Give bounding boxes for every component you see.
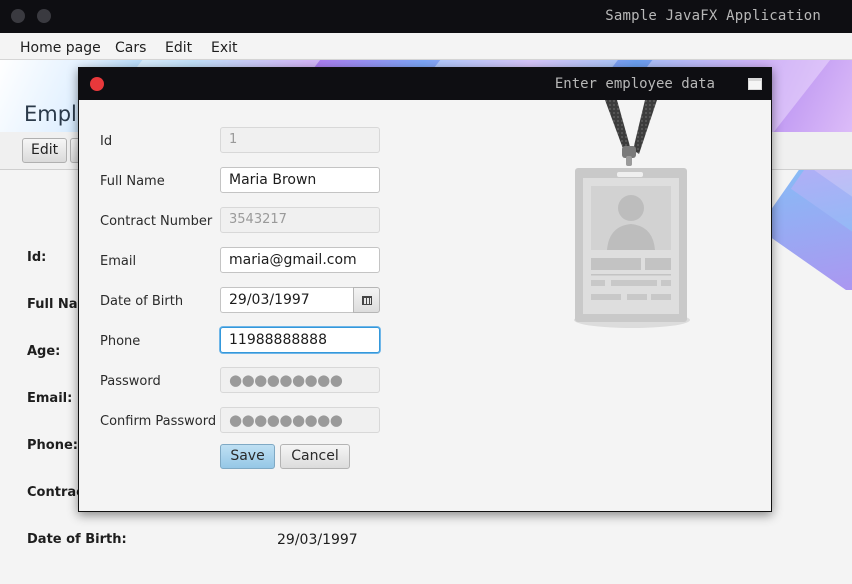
id-field: 1 [220, 127, 380, 153]
email-label: Email [100, 254, 137, 269]
window-minimize-icon[interactable] [37, 9, 51, 23]
confirm-password-label: Confirm Password [100, 414, 217, 429]
contract-number-field: 3543217 [220, 207, 380, 233]
menu-home-page[interactable]: Home page [20, 40, 101, 56]
detail-label-date-of-birth: Date of Birth: [27, 532, 127, 547]
maximize-icon[interactable] [748, 78, 762, 90]
full-name-field[interactable]: Maria Brown [220, 167, 380, 193]
id-badge-icon [574, 100, 690, 328]
edit-button[interactable]: Edit [22, 138, 68, 163]
detail-label-email: Email: [27, 391, 73, 406]
confirm-password-field[interactable]: ●●●●●●●●● [220, 407, 380, 433]
detail-label-full-name: Full Nar [27, 297, 84, 312]
dialog-titlebar: Enter employee data [79, 68, 771, 100]
date-of-birth-field[interactable]: 29/03/1997 [220, 287, 354, 313]
save-button[interactable]: Save [220, 444, 275, 469]
date-of-birth-label: Date of Birth [100, 294, 184, 309]
detail-label-id: Id: [27, 250, 47, 265]
menu-exit[interactable]: Exit [211, 40, 238, 56]
dialog-title: Enter employee data [554, 76, 715, 92]
main-titlebar: Sample JavaFX Application [0, 0, 852, 33]
id-label: Id [100, 134, 113, 149]
phone-field[interactable]: 11988888888 [220, 327, 380, 353]
full-name-label: Full Name [100, 174, 165, 189]
cancel-button[interactable]: Cancel [280, 444, 350, 469]
password-field[interactable]: ●●●●●●●●● [220, 367, 380, 393]
close-icon[interactable] [90, 77, 104, 91]
window-title: Sample JavaFX Application [605, 8, 821, 24]
detail-label-phone: Phone: [27, 438, 78, 453]
email-field[interactable]: maria@gmail.com [220, 247, 380, 273]
employee-dialog: Enter employee data Id 1 Full Name Maria… [78, 67, 772, 512]
calendar-icon [362, 296, 372, 305]
date-of-birth-picker: 29/03/1997 [220, 287, 380, 313]
phone-label: Phone [100, 334, 141, 349]
detail-label-age: Age: [27, 344, 61, 359]
password-label: Password [100, 374, 161, 389]
menu-cars[interactable]: Cars [115, 40, 146, 56]
contract-number-label: Contract Number [100, 214, 213, 229]
background-decoration [760, 170, 852, 290]
detail-value-date-of-birth: 29/03/1997 [277, 532, 358, 548]
menu-edit[interactable]: Edit [165, 40, 192, 56]
detail-label-contract: Contrac [27, 485, 84, 500]
menu-bar: Home page Cars Edit Exit [0, 33, 852, 60]
window-close-icon[interactable] [11, 9, 25, 23]
calendar-button[interactable] [353, 287, 380, 313]
